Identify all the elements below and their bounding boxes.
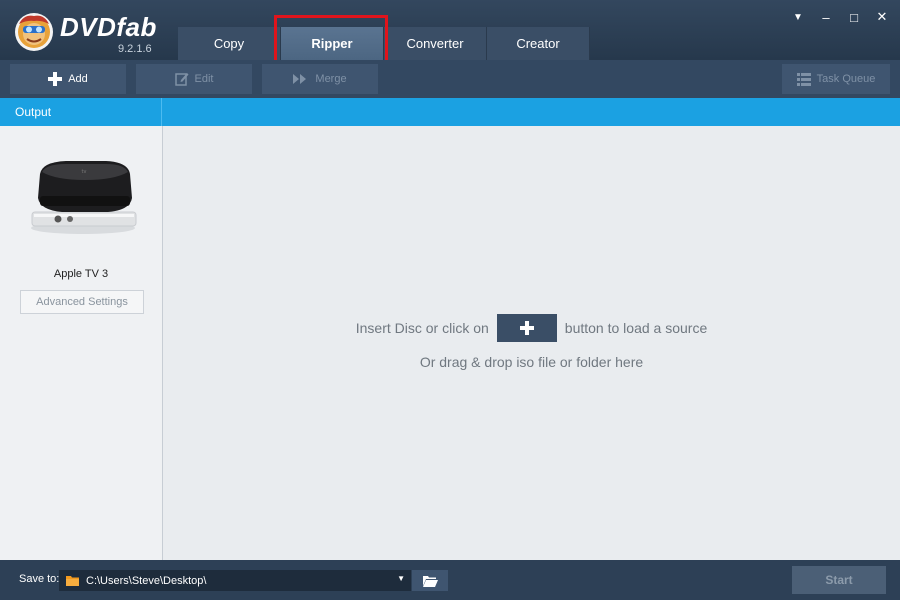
- tab-creator[interactable]: Creator: [487, 27, 590, 60]
- toolbar: Add Edit Merge Task Queue: [0, 60, 900, 98]
- merge-icon: [293, 74, 307, 84]
- load-source-hint: Insert Disc or click on button to load a…: [163, 314, 900, 342]
- drag-drop-hint: Or drag & drop iso file or folder here: [419, 354, 644, 370]
- save-to-label: Save to:: [19, 573, 60, 585]
- output-panel: tv Apple TV 3 Advanced Settings: [0, 126, 163, 560]
- browse-folder-button[interactable]: [412, 570, 448, 591]
- hint-text-after: button to load a source: [564, 320, 708, 336]
- edit-button[interactable]: Edit: [136, 64, 252, 94]
- save-path-select[interactable]: C:\Users\Steve\Desktop\ ▼: [59, 570, 411, 591]
- chevron-down-icon[interactable]: ▼: [397, 574, 405, 583]
- merge-button-label: Merge: [315, 73, 347, 85]
- apple-tv-device-icon[interactable]: tv: [28, 156, 138, 236]
- maximize-button[interactable]: □: [845, 8, 863, 26]
- plus-icon: [48, 72, 63, 86]
- svg-text:tv: tv: [82, 169, 87, 175]
- add-button-label: Add: [68, 73, 88, 85]
- drop-area[interactable]: Insert Disc or click on button to load a…: [163, 126, 900, 560]
- menu-dropdown-icon[interactable]: ▼: [789, 8, 807, 26]
- save-path-value: C:\Users\Steve\Desktop\: [86, 574, 207, 587]
- add-button[interactable]: Add: [10, 64, 126, 94]
- plus-icon: [519, 321, 534, 335]
- tab-converter[interactable]: Converter: [384, 27, 487, 60]
- device-name: Apple TV 3: [53, 268, 109, 280]
- tab-copy[interactable]: Copy: [178, 27, 281, 60]
- edit-icon: [174, 73, 189, 86]
- status-bar: Save to: C:\Users\Steve\Desktop\ ▼ Start: [0, 560, 900, 600]
- folder-icon: [66, 576, 79, 586]
- app-name: DVDfab: [60, 12, 157, 42]
- app-version: 9.2.1.6: [118, 43, 152, 55]
- minimize-button[interactable]: –: [817, 8, 835, 26]
- edit-button-label: Edit: [194, 73, 214, 85]
- advanced-settings-button[interactable]: Advanced Settings: [20, 290, 144, 314]
- merge-button[interactable]: Merge: [262, 64, 378, 94]
- close-button[interactable]: ✕: [873, 8, 891, 26]
- output-header: Output: [0, 98, 162, 126]
- open-folder-icon: [422, 575, 438, 587]
- dvdfab-logo-icon: [15, 13, 53, 51]
- list-icon: [796, 73, 811, 86]
- title-bar: DVDfab 9.2.1.6 Copy Ripper Converter Cre…: [0, 0, 900, 60]
- task-queue-label: Task Queue: [816, 73, 876, 85]
- start-button[interactable]: Start: [792, 566, 886, 594]
- load-source-button[interactable]: [496, 314, 557, 342]
- hint-text-before: Insert Disc or click on: [355, 320, 489, 336]
- tab-ripper[interactable]: Ripper: [281, 27, 384, 60]
- task-queue-button[interactable]: Task Queue: [782, 64, 890, 94]
